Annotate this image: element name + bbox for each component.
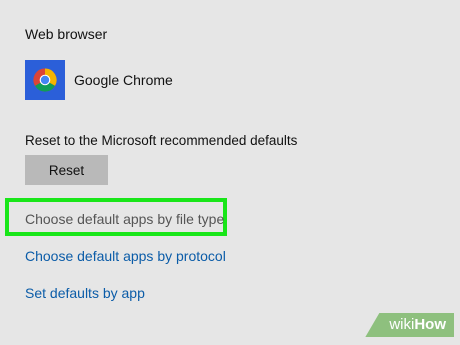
chrome-icon[interactable] [25,60,65,100]
set-defaults-by-app-link[interactable]: Set defaults by app [25,285,145,301]
choose-default-apps-by-protocol-link[interactable]: Choose default apps by protocol [25,248,226,264]
watermark-wiki: wiki [389,316,415,333]
watermark-how: How [414,316,446,333]
default-browser-selector[interactable]: Google Chrome [25,60,173,100]
wikihow-watermark: wikiHow [365,313,454,337]
web-browser-heading: Web browser [25,26,108,42]
choose-default-apps-by-file-type-link[interactable]: Choose default apps by file type [25,211,224,227]
reset-button[interactable]: Reset [25,155,108,185]
reset-defaults-label: Reset to the Microsoft recommended defau… [25,133,298,148]
browser-name: Google Chrome [74,72,173,88]
